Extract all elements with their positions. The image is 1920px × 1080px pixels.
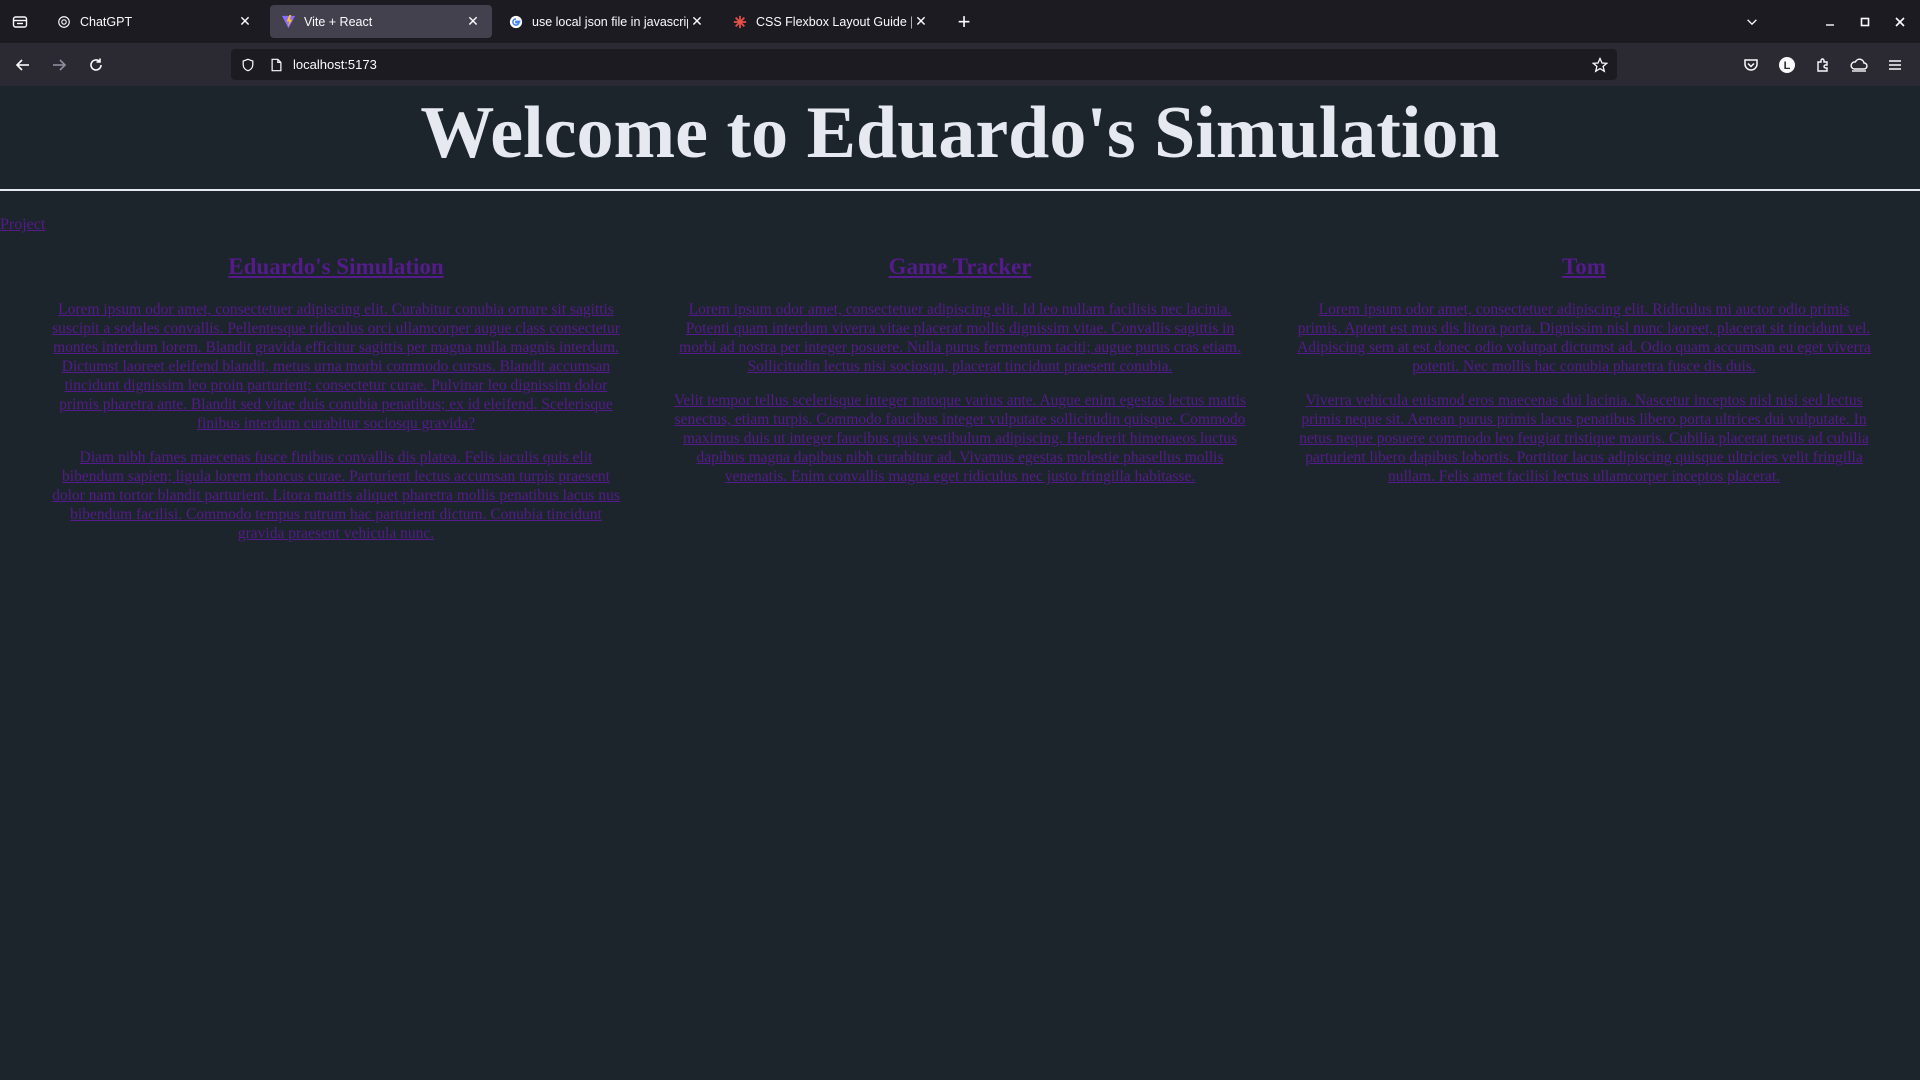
tab-chatgpt[interactable]: ChatGPT ✕ bbox=[46, 5, 264, 38]
bookmark-star-icon[interactable] bbox=[1591, 56, 1609, 74]
tab-vite-react[interactable]: Vite + React ✕ bbox=[270, 5, 492, 38]
close-tab-icon[interactable]: ✕ bbox=[236, 13, 254, 31]
minimize-icon[interactable] bbox=[1818, 10, 1842, 34]
new-tab-icon[interactable]: + bbox=[952, 9, 976, 34]
vite-icon bbox=[280, 14, 296, 30]
pocket-icon[interactable] bbox=[1738, 52, 1764, 78]
page-icon[interactable] bbox=[267, 56, 285, 74]
project-title-link[interactable]: Eduardo's Simulation bbox=[50, 254, 622, 280]
tab-bar: ChatGPT ✕ Vite + React ✕ use local json … bbox=[0, 0, 1920, 43]
project-description[interactable]: Lorem ipsum odor amet, consectetuer adip… bbox=[50, 300, 622, 433]
shield-icon[interactable] bbox=[239, 56, 257, 74]
divider bbox=[0, 189, 1920, 191]
page-title: Welcome to Eduardo's Simulation bbox=[420, 92, 1500, 174]
css-tricks-icon bbox=[732, 14, 748, 30]
firefox-view-icon[interactable] bbox=[8, 10, 32, 34]
project-card-game-tracker[interactable]: Game Tracker Lorem ipsum odor amet, cons… bbox=[672, 254, 1248, 501]
page-viewport: Welcome to Eduardo's Simulation Project … bbox=[0, 86, 1920, 1080]
url-bar[interactable]: localhost:5173 bbox=[231, 49, 1617, 80]
close-window-icon[interactable] bbox=[1888, 10, 1912, 34]
url-text: localhost:5173 bbox=[293, 57, 377, 72]
menu-icon[interactable] bbox=[1882, 52, 1908, 78]
chatgpt-icon bbox=[56, 14, 72, 30]
tab-google-search[interactable]: use local json file in javascript - G ✕ bbox=[498, 5, 716, 38]
project-description[interactable]: Velit tempor tellus scelerisque integer … bbox=[672, 391, 1248, 486]
back-icon[interactable] bbox=[10, 52, 36, 78]
account-avatar-icon[interactable]: L bbox=[1774, 52, 1800, 78]
tab-title: use local json file in javascript - G bbox=[532, 14, 688, 29]
extension-cloud-icon[interactable] bbox=[1846, 52, 1872, 78]
close-tab-icon[interactable]: ✕ bbox=[464, 13, 482, 31]
project-title-link[interactable]: Game Tracker bbox=[672, 254, 1248, 280]
project-title-link[interactable]: Tom bbox=[1296, 254, 1872, 280]
close-tab-icon[interactable]: ✕ bbox=[688, 13, 706, 31]
project-description[interactable]: Diam nibh fames maecenas fusce finibus c… bbox=[50, 448, 622, 543]
close-tab-icon[interactable]: ✕ bbox=[912, 13, 930, 31]
forward-icon[interactable] bbox=[46, 52, 72, 78]
tab-title: ChatGPT bbox=[80, 14, 133, 29]
reload-icon[interactable] bbox=[83, 52, 109, 78]
list-all-tabs-icon[interactable] bbox=[1740, 10, 1764, 34]
tab-css-tricks[interactable]: CSS Flexbox Layout Guide | CS ✕ bbox=[722, 5, 940, 38]
tab-title: CSS Flexbox Layout Guide | CS bbox=[756, 14, 912, 29]
project-description[interactable]: Lorem ipsum odor amet, consectetuer adip… bbox=[672, 300, 1248, 376]
project-description[interactable]: Lorem ipsum odor amet, consectetuer adip… bbox=[1296, 300, 1872, 376]
project-card-eduardos-simulation[interactable]: Eduardo's Simulation Lorem ipsum odor am… bbox=[50, 254, 622, 558]
svg-text:L: L bbox=[1784, 60, 1791, 72]
maximize-icon[interactable] bbox=[1853, 10, 1877, 34]
google-icon bbox=[508, 14, 524, 30]
navigation-toolbar: localhost:5173 L bbox=[0, 43, 1920, 86]
extensions-icon[interactable] bbox=[1810, 52, 1836, 78]
tab-title: Vite + React bbox=[304, 14, 373, 29]
project-description[interactable]: Viverra vehicula euismod eros maecenas d… bbox=[1296, 391, 1872, 486]
project-nav-link[interactable]: Project bbox=[0, 216, 45, 234]
project-card-tom[interactable]: Tom Lorem ipsum odor amet, consectetuer … bbox=[1296, 254, 1872, 501]
